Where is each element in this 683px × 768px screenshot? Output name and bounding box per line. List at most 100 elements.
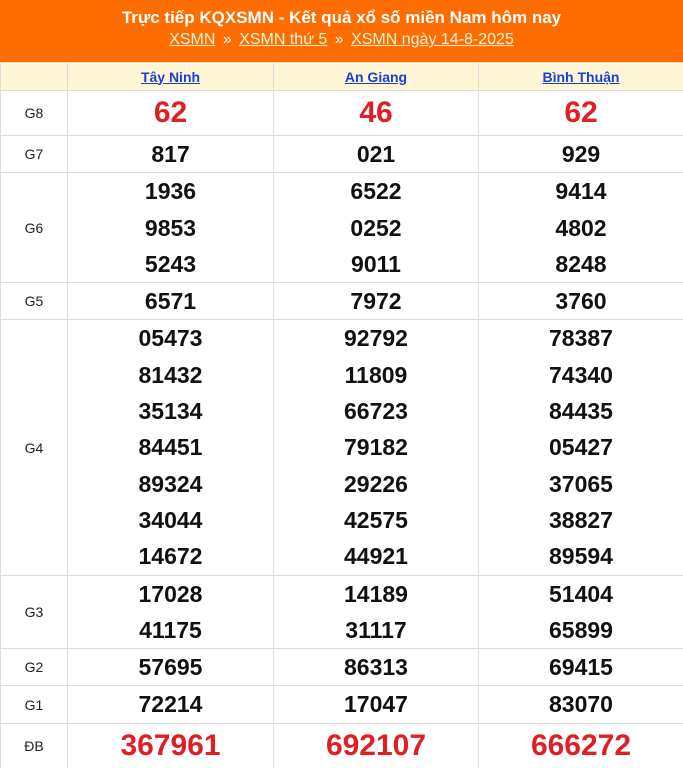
- prize-number: 1936: [144, 178, 197, 205]
- prize-cell: 86313: [273, 648, 479, 687]
- province-header-an-giang: An Giang: [273, 62, 479, 91]
- prize-label: G6: [0, 172, 68, 284]
- prize-number: 29226: [344, 470, 408, 497]
- prize-number: 37065: [549, 470, 613, 497]
- province-header-tay-ninh: Tây Ninh: [67, 62, 274, 91]
- prize-number: 3760: [555, 288, 607, 315]
- breadcrumb-xsmn[interactable]: XSMN: [169, 31, 215, 48]
- prize-cell: 78387 74340 84435 05427 37065 38827 89594: [478, 319, 683, 576]
- prize-cell: 05473 81432 35134 84451 89324 34044 14672: [67, 319, 274, 576]
- prize-number: 9414: [555, 178, 607, 205]
- prize-row-g4: G4 05473 81432 35134 84451 89324 34044 14672 927…: [0, 319, 683, 576]
- prize-number: 38827: [549, 506, 613, 533]
- prize-label: ĐB: [0, 722, 68, 768]
- prize-cell: 17028 41175: [67, 574, 274, 650]
- prize-cell: 3760: [478, 282, 683, 321]
- prize-number: 17028: [138, 580, 203, 607]
- prize-label: G2: [0, 648, 68, 687]
- prize-number: 62: [564, 96, 598, 129]
- prize-row-g3: G3 17028 41175 14189 31117 51404 65899: [0, 574, 683, 650]
- prize-number: 4802: [555, 214, 607, 241]
- prize-cell: 692107: [273, 722, 479, 768]
- prize-cell: 72214: [67, 685, 274, 724]
- prize-cell: 62: [67, 90, 274, 136]
- prize-label: G8: [0, 90, 68, 136]
- prize-number: 78387: [549, 325, 613, 352]
- prize-number: 84435: [549, 398, 613, 425]
- prize-number: 021: [356, 141, 396, 167]
- prize-number: 35134: [138, 398, 203, 425]
- province-link-tay-ninh[interactable]: Tây Ninh: [141, 69, 200, 85]
- province-header-binh-thuan: Bình Thuận: [478, 62, 683, 91]
- prize-row-special: ĐB 367961 692107 666272: [0, 722, 683, 768]
- prize-cell: 817: [67, 134, 274, 174]
- province-link-an-giang[interactable]: An Giang: [345, 69, 407, 85]
- page-header: Trực tiếp KQXSMN - Kết quả xổ số miền Na…: [0, 0, 683, 62]
- prize-number: 86313: [344, 654, 408, 681]
- prize-cell: 7972: [273, 282, 479, 321]
- prize-number: 6571: [144, 288, 197, 315]
- prize-cell: 021: [273, 134, 479, 174]
- breadcrumb-xsmn-date[interactable]: XSMN ngày 14-8-2025: [351, 31, 514, 48]
- results-table: Tây Ninh An Giang Bình Thuận G8 62 46 62 G7 8…: [0, 62, 683, 768]
- page-title: Trực tiếp KQXSMN - Kết quả xổ số miền Na…: [121, 8, 562, 27]
- prize-number: 9853: [144, 214, 197, 241]
- province-link-binh-thuan[interactable]: Bình Thuận: [543, 69, 620, 85]
- prize-number: 46: [359, 96, 393, 129]
- prize-number: 9011: [351, 250, 401, 277]
- prize-number: 929: [561, 141, 601, 167]
- prize-number: 0252: [350, 214, 402, 241]
- prize-number: 6522: [350, 178, 402, 205]
- prize-row-g8: G8 62 46 62: [0, 90, 683, 136]
- prize-cell: 9414 4802 8248: [478, 172, 683, 284]
- prize-row-g6: G6 1936 9853 5243 6522 0252 9011 9414 4802 8248: [0, 172, 683, 284]
- prize-number: 7972: [350, 288, 402, 315]
- prize-number: 51404: [549, 580, 613, 607]
- breadcrumb-xsmn-thu-5[interactable]: XSMN thứ 5: [239, 31, 327, 48]
- prize-number: 44921: [344, 543, 408, 570]
- prize-number: 57695: [138, 654, 203, 681]
- prize-cell: 367961: [67, 722, 274, 768]
- prize-cell: 666272: [478, 722, 683, 768]
- prize-number: 11809: [344, 361, 408, 388]
- prize-number: 5243: [144, 250, 197, 277]
- prize-label: G5: [0, 282, 68, 321]
- prize-body: G8 62 46 62 G7 817 021 929 G6 1936 9853 5243 6522 025…: [0, 90, 683, 768]
- prize-number: 817: [151, 141, 190, 167]
- prize-cell: 17047: [273, 685, 479, 724]
- breadcrumb-separator: »: [222, 31, 232, 48]
- prize-number: 62: [153, 96, 188, 129]
- prize-number: 42575: [344, 506, 408, 533]
- breadcrumb: XSMN » XSMN thứ 5 » XSMN ngày 14-8-2025: [0, 29, 683, 51]
- prize-number: 14672: [138, 543, 203, 570]
- prize-number: 05473: [138, 325, 203, 352]
- prize-number: 79182: [344, 434, 408, 461]
- prize-label: G1: [0, 685, 68, 724]
- prize-cell: 6571: [67, 282, 274, 321]
- prize-cell: 92792 11809 66723 79182 29226 42575 44921: [273, 319, 479, 576]
- prize-number: 666272: [530, 728, 632, 762]
- prize-cell: 1936 9853 5243: [67, 172, 274, 284]
- prize-row-g5: G5 6571 7972 3760: [0, 282, 683, 321]
- prize-number: 34044: [138, 506, 203, 533]
- prize-cell: 51404 65899: [478, 574, 683, 650]
- prize-cell: 69415: [478, 648, 683, 687]
- prize-number: 17047: [344, 691, 408, 718]
- corner-cell: [0, 62, 68, 91]
- prize-number: 69415: [549, 654, 613, 681]
- prize-number: 14189: [344, 580, 408, 607]
- prize-cell: 14189 31117: [273, 574, 479, 650]
- breadcrumb-separator: »: [334, 31, 344, 48]
- prize-number: 05427: [549, 434, 613, 461]
- prize-number: 92792: [344, 325, 408, 352]
- prize-cell: 46: [273, 90, 479, 136]
- prize-number: 41175: [139, 616, 202, 643]
- prize-number: 72214: [138, 691, 203, 718]
- prize-cell: 83070: [478, 685, 683, 724]
- prize-number: 31117: [345, 616, 407, 643]
- prize-number: 89324: [138, 470, 203, 497]
- province-header-row: Tây Ninh An Giang Bình Thuận: [0, 62, 683, 91]
- prize-row-g1: G1 72214 17047 83070: [0, 685, 683, 724]
- prize-number: 8248: [555, 250, 607, 277]
- prize-cell: 6522 0252 9011: [273, 172, 479, 284]
